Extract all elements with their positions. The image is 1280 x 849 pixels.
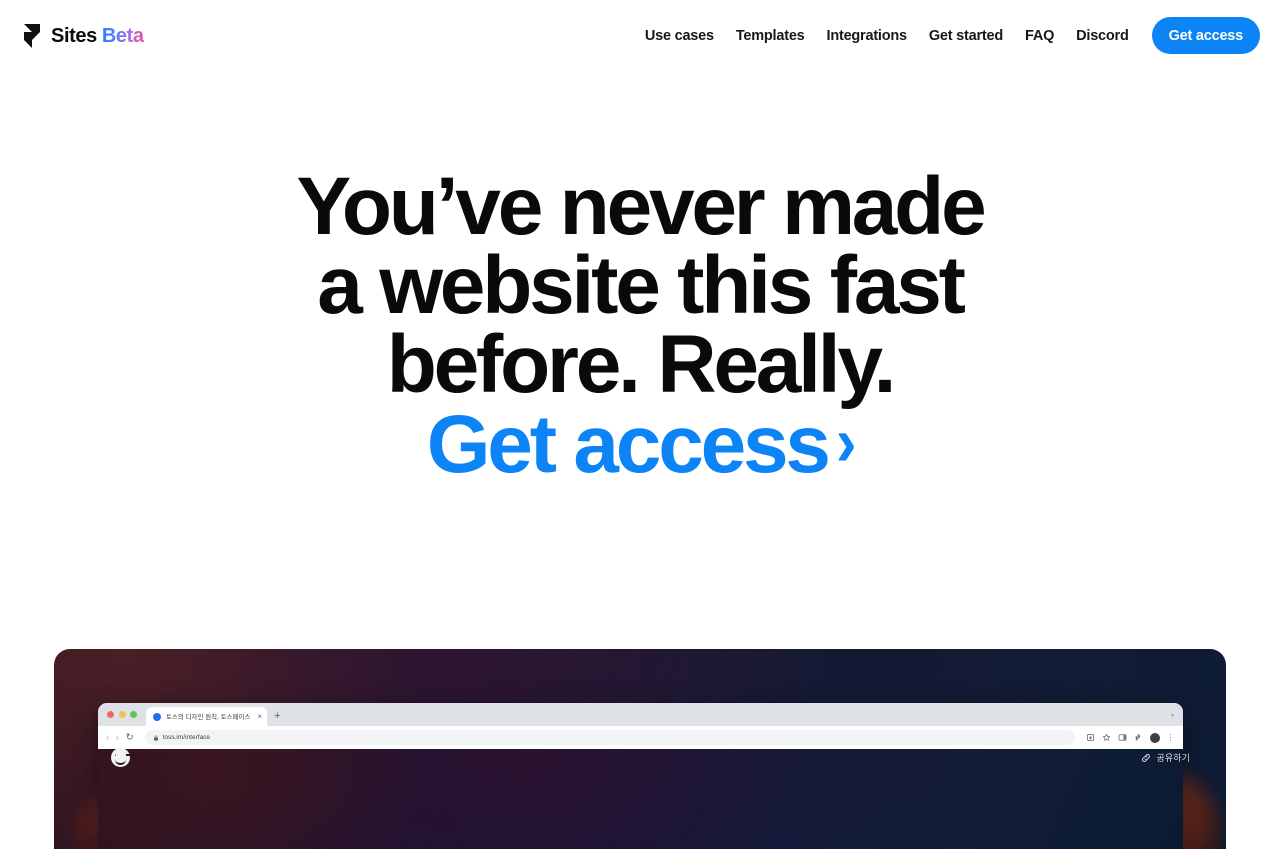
brand-logo-link[interactable]: Sites Beta <box>18 18 144 54</box>
framer-logo-icon <box>24 23 40 48</box>
nav-link-use-cases[interactable]: Use cases <box>634 18 725 54</box>
share-label: 공유하기 <box>1156 753 1190 763</box>
smiley-face-icon <box>111 748 130 767</box>
address-bar[interactable]: toss.im/interface <box>144 730 1075 745</box>
nav-link-integrations[interactable]: Integrations <box>816 18 918 54</box>
get-access-button[interactable]: Get access <box>1151 17 1260 54</box>
nav-link-get-started[interactable]: Get started <box>918 18 1014 54</box>
sidepanel-icon[interactable] <box>1118 733 1127 742</box>
nav-link-templates[interactable]: Templates <box>725 18 816 54</box>
window-traffic-lights <box>105 711 137 718</box>
forward-icon[interactable]: › <box>116 733 119 742</box>
profile-avatar-icon[interactable] <box>1149 732 1160 743</box>
brand-beta-badge: Beta <box>101 24 144 47</box>
hero-section: You’ve never made a website this fast be… <box>0 71 1280 646</box>
site-favicon-icon <box>153 712 161 721</box>
hero-get-access-link[interactable]: Get access › <box>426 399 857 491</box>
browser-window-mockup: 토스의 디자인 원칙, 토스페이스 × + ▾ ‹ › ↻ toss.im/in… <box>98 703 1183 849</box>
chevron-down-icon[interactable]: ▾ <box>1171 712 1174 719</box>
hero-cta-label: Get access <box>426 399 831 491</box>
bookmark-star-icon[interactable] <box>1102 733 1111 742</box>
hero-headline-line-2: a website this fast <box>317 239 966 331</box>
nav-link-faq[interactable]: FAQ <box>1014 18 1065 54</box>
browser-tabstrip: 토스의 디자인 원칙, 토스페이스 × + ▾ <box>98 703 1183 726</box>
site-header: Sites Beta Use cases Templates Integratio… <box>0 0 1280 71</box>
new-tab-icon[interactable]: + <box>274 710 280 722</box>
extensions-icon[interactable] <box>1134 733 1143 742</box>
browser-viewport <box>98 749 1183 849</box>
close-tab-icon[interactable]: × <box>255 712 262 721</box>
install-icon[interactable] <box>1086 733 1095 742</box>
browser-toolbar-icons: ⋮ <box>1086 732 1176 743</box>
chevron-right-icon: › <box>835 403 857 481</box>
minimize-window-icon[interactable] <box>118 711 126 718</box>
brand-text: Sites Beta <box>51 26 144 46</box>
browser-menu-icon[interactable]: ⋮ <box>1167 733 1175 742</box>
share-control[interactable]: 공유하기 <box>1141 751 1190 764</box>
browser-toolbar: ‹ › ↻ toss.im/interface ⋮ <box>98 726 1183 749</box>
nav-link-discord[interactable]: Discord <box>1065 18 1139 54</box>
browser-tab[interactable]: 토스의 디자인 원칙, 토스페이스 × <box>146 707 268 726</box>
hero-headline: You’ve never made a website this fast be… <box>297 166 987 405</box>
link-icon <box>1142 753 1151 762</box>
browser-tab-title: 토스의 디자인 원칙, 토스페이스 <box>166 714 251 721</box>
brand-name: Sites <box>51 24 97 47</box>
hero-headline-line-1: You’ve never made <box>296 161 987 253</box>
zoom-window-icon[interactable] <box>130 711 137 718</box>
hero-headline-line-3: before. Really. <box>386 318 897 410</box>
back-icon[interactable]: ‹ <box>106 733 109 742</box>
product-showcase: 공유하기 토스의 디자인 원칙, 토스페이스 × + ▾ ‹ › ↻ toss.… <box>54 649 1226 849</box>
close-window-icon[interactable] <box>107 711 114 718</box>
reload-icon[interactable]: ↻ <box>126 733 134 743</box>
address-bar-url: toss.im/interface <box>162 734 211 741</box>
main-navigation: Use cases Templates Integrations Get sta… <box>634 16 1260 56</box>
lock-icon <box>153 735 158 740</box>
